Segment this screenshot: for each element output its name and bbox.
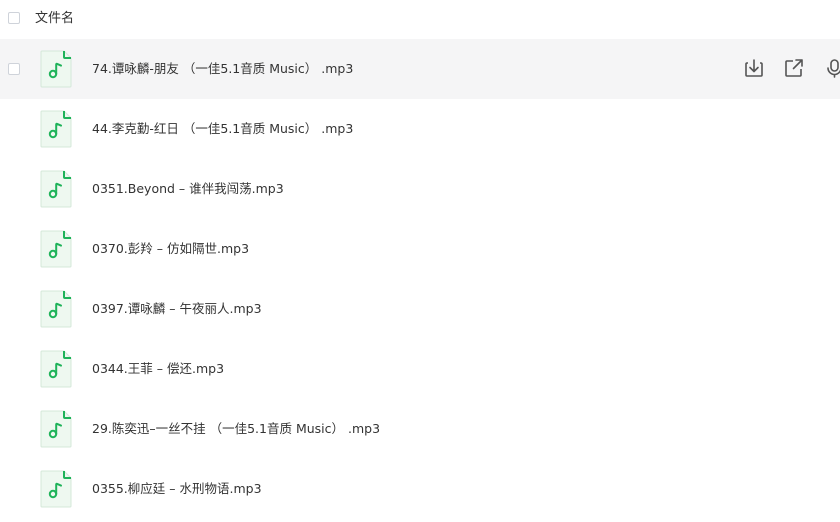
file-name[interactable]: 0351.Beyond – 谁伴我闯荡.mp3: [92, 180, 284, 198]
audio-file-icon: [40, 110, 72, 148]
file-row[interactable]: 0355.柳应廷 – 水刑物语.mp3: [0, 459, 840, 519]
file-row[interactable]: 0344.王菲 – 偿还.mp3: [0, 339, 840, 399]
select-all-checkbox[interactable]: [8, 12, 20, 24]
file-name[interactable]: 0397.谭咏麟 – 午夜丽人.mp3: [92, 300, 262, 318]
file-name[interactable]: 0344.王菲 – 偿还.mp3: [92, 360, 224, 378]
audio-file-icon: [40, 230, 72, 268]
file-name[interactable]: 0355.柳应廷 – 水刑物语.mp3: [92, 480, 262, 498]
file-name[interactable]: 29.陈奕迅–一丝不挂 （一佳5.1音质 Music） .mp3: [92, 420, 380, 438]
filename-column-header[interactable]: 文件名: [35, 10, 74, 28]
file-name[interactable]: 74.谭咏麟-朋友 （一佳5.1音质 Music） .mp3: [92, 60, 353, 78]
microphone-icon[interactable]: [824, 57, 840, 79]
file-row[interactable]: 0397.谭咏麟 – 午夜丽人.mp3: [0, 279, 840, 339]
file-name[interactable]: 44.李克勤-红日 （一佳5.1音质 Music） .mp3: [92, 120, 353, 138]
audio-file-icon: [40, 290, 72, 328]
download-icon[interactable]: [744, 57, 764, 79]
audio-file-icon: [40, 410, 72, 448]
audio-file-icon: [40, 470, 72, 508]
file-name[interactable]: 0370.彭羚 – 仿如隔世.mp3: [92, 240, 249, 258]
share-icon[interactable]: [784, 57, 804, 79]
audio-file-icon: [40, 350, 72, 388]
file-row[interactable]: 0370.彭羚 – 仿如隔世.mp3: [0, 219, 840, 279]
file-list: 74.谭咏麟-朋友 （一佳5.1音质 Music） .mp3 44.李克勤-红日…: [0, 39, 840, 519]
file-row[interactable]: 44.李克勤-红日 （一佳5.1音质 Music） .mp3: [0, 99, 840, 159]
file-list-page: 文件名 74.谭咏麟-朋友 （一佳5.1音质 Music） .mp3 44.李克…: [0, 0, 840, 522]
row-checkbox[interactable]: [8, 63, 20, 75]
list-header: 文件名: [0, 0, 840, 38]
file-row[interactable]: 29.陈奕迅–一丝不挂 （一佳5.1音质 Music） .mp3: [0, 399, 840, 459]
audio-file-icon: [40, 50, 72, 88]
audio-file-icon: [40, 170, 72, 208]
file-row[interactable]: 74.谭咏麟-朋友 （一佳5.1音质 Music） .mp3: [0, 39, 840, 99]
file-row[interactable]: 0351.Beyond – 谁伴我闯荡.mp3: [0, 159, 840, 219]
row-actions: [744, 57, 840, 79]
